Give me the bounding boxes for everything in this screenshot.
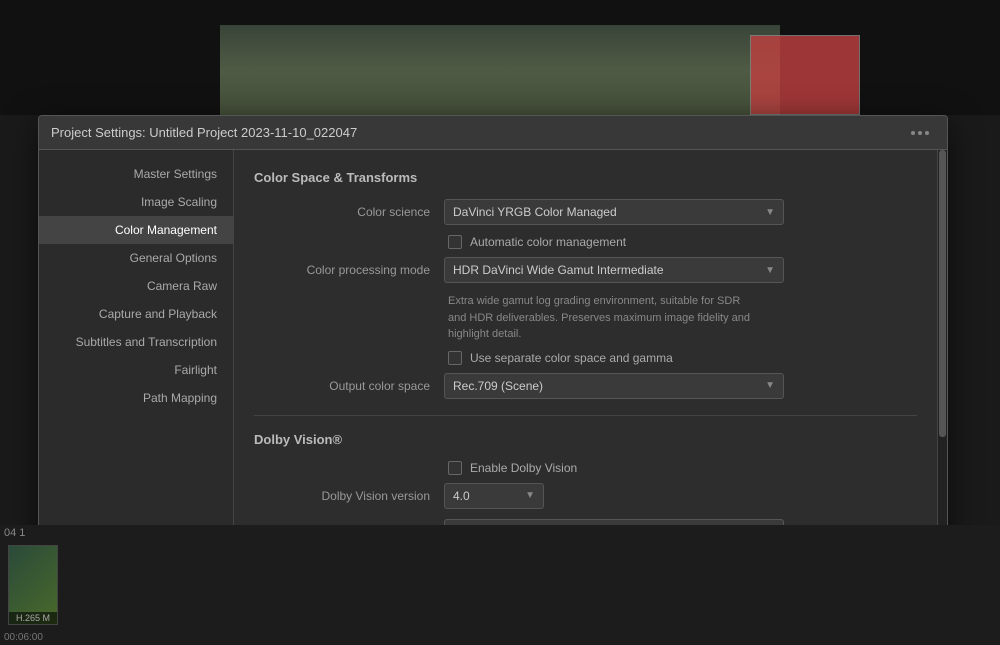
sidebar-item-master-settings[interactable]: Master Settings xyxy=(39,160,233,188)
section-divider-1 xyxy=(254,415,917,416)
color-science-control: DaVinci YRGB Color Managed ▼ xyxy=(444,199,917,225)
color-science-label: Color science xyxy=(254,205,444,219)
output-color-control: Rec.709 (Scene) ▼ xyxy=(444,373,917,399)
top-video-band xyxy=(0,0,1000,115)
color-science-value: DaVinci YRGB Color Managed xyxy=(453,205,617,219)
color-processing-label: Color processing mode xyxy=(254,263,444,277)
dolby-version-dropdown[interactable]: 4.0 ▼ xyxy=(444,483,544,509)
sidebar-item-image-scaling[interactable]: Image Scaling xyxy=(39,188,233,216)
color-space-section-header: Color Space & Transforms xyxy=(254,170,917,185)
film-thumbnail[interactable]: H.265 M xyxy=(8,545,58,625)
enable-dolby-label: Enable Dolby Vision xyxy=(470,461,577,475)
dolby-version-control: 4.0 ▼ xyxy=(444,483,917,509)
auto-color-checkbox[interactable] xyxy=(448,235,462,249)
output-color-value: Rec.709 (Scene) xyxy=(453,379,543,393)
output-color-dropdown[interactable]: Rec.709 (Scene) ▼ xyxy=(444,373,784,399)
auto-color-label: Automatic color management xyxy=(470,235,626,249)
menu-dot-3 xyxy=(925,131,929,135)
output-color-row: Output color space Rec.709 (Scene) ▼ xyxy=(254,373,917,399)
dolby-version-arrow: ▼ xyxy=(525,490,535,501)
sidebar-item-fairlight[interactable]: Fairlight xyxy=(39,356,233,384)
output-color-label: Output color space xyxy=(254,379,444,393)
color-science-arrow: ▼ xyxy=(765,207,775,218)
color-processing-value: HDR DaVinci Wide Gamut Intermediate xyxy=(453,263,664,277)
color-science-row: Color science DaVinci YRGB Color Managed… xyxy=(254,199,917,225)
color-processing-description: Extra wide gamut log grading environment… xyxy=(254,293,754,343)
time-bottom-label: 00:06:00 xyxy=(4,632,43,643)
separate-color-row: Use separate color space and gamma xyxy=(254,351,917,365)
sidebar-item-capture-playback[interactable]: Capture and Playback xyxy=(39,300,233,328)
video-preview-center xyxy=(220,25,780,115)
scrollbar-thumb[interactable] xyxy=(939,150,946,437)
sidebar-item-subtitles-transcription[interactable]: Subtitles and Transcription xyxy=(39,328,233,356)
filmstrip-area: 04 1 H.265 M 00:06:00 xyxy=(0,525,1000,645)
dialog-title: Project Settings: Untitled Project 2023-… xyxy=(51,125,357,140)
timecode-label: 04 1 xyxy=(0,525,29,541)
film-thumb-label: H.265 M xyxy=(9,612,57,624)
sidebar-item-path-mapping[interactable]: Path Mapping xyxy=(39,384,233,412)
auto-color-row: Automatic color management xyxy=(254,235,917,249)
enable-dolby-checkbox[interactable] xyxy=(448,461,462,475)
dialog-menu-button[interactable] xyxy=(905,129,935,137)
dolby-version-label: Dolby Vision version xyxy=(254,489,444,503)
dolby-section-header: Dolby Vision® xyxy=(254,432,917,447)
sidebar-item-camera-raw[interactable]: Camera Raw xyxy=(39,272,233,300)
menu-dot-2 xyxy=(918,131,922,135)
dolby-version-value: 4.0 xyxy=(453,489,470,503)
sidebar-item-general-options[interactable]: General Options xyxy=(39,244,233,272)
output-color-arrow: ▼ xyxy=(765,380,775,391)
color-processing-row: Color processing mode HDR DaVinci Wide G… xyxy=(254,257,917,283)
separate-color-checkbox[interactable] xyxy=(448,351,462,365)
color-processing-arrow: ▼ xyxy=(765,265,775,276)
menu-dot-1 xyxy=(911,131,915,135)
dolby-version-row: Dolby Vision version 4.0 ▼ xyxy=(254,483,917,509)
enable-dolby-row: Enable Dolby Vision xyxy=(254,461,917,475)
separate-color-label: Use separate color space and gamma xyxy=(470,351,673,365)
color-processing-dropdown[interactable]: HDR DaVinci Wide Gamut Intermediate ▼ xyxy=(444,257,784,283)
sidebar-item-color-management[interactable]: Color Management xyxy=(39,216,233,244)
dialog-titlebar: Project Settings: Untitled Project 2023-… xyxy=(39,116,947,150)
video-preview-right xyxy=(750,35,860,115)
color-science-dropdown[interactable]: DaVinci YRGB Color Managed ▼ xyxy=(444,199,784,225)
color-processing-control: HDR DaVinci Wide Gamut Intermediate ▼ xyxy=(444,257,917,283)
